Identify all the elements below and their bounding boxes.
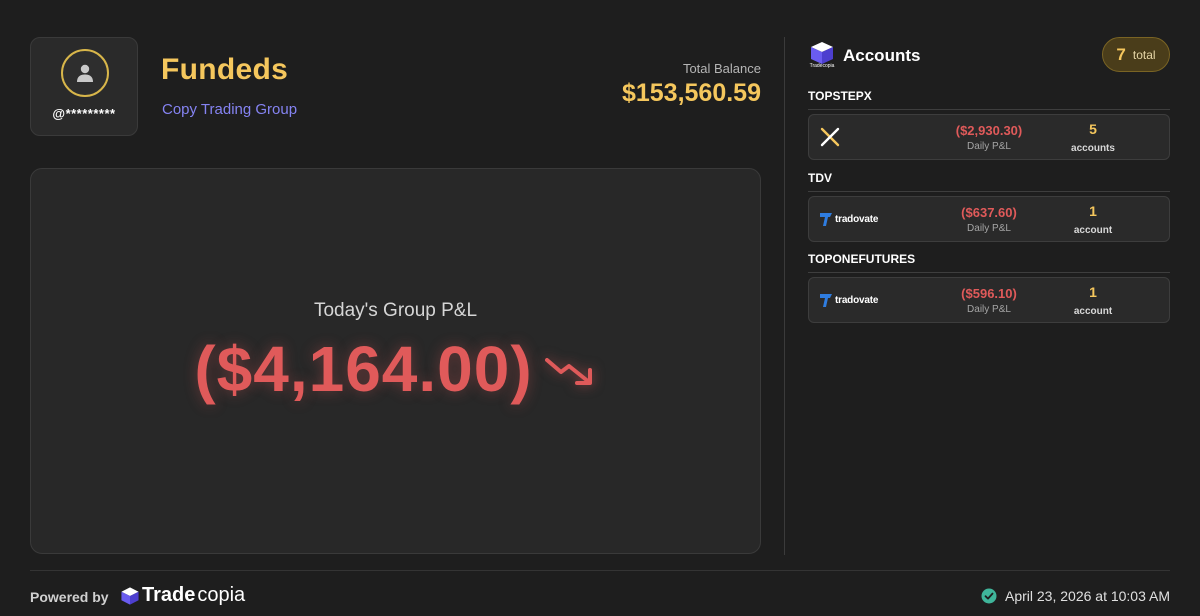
tradovate-icon <box>820 294 832 307</box>
footer-brand-logo[interactable]: Trade copia <box>120 584 245 607</box>
group-pnl-value: ($4,164.00) <box>194 333 533 405</box>
firm-account-count: 1 <box>1089 284 1097 300</box>
topstepx-logo <box>819 126 841 148</box>
total-balance-value: $153,560.59 <box>621 79 761 107</box>
brand-wordmark-bold: Trade <box>142 584 196 606</box>
accounts-title: Accounts <box>843 46 921 65</box>
firm-daily-pnl: ($596.10) <box>961 286 1017 301</box>
firm-account-count: 1 <box>1089 203 1097 219</box>
tradecopia-logo-label: Tradecopia <box>809 63 835 69</box>
firm-row-topstepx[interactable]: ($2,930.30) Daily P&L 5 accounts <box>808 114 1170 160</box>
tradovate-wordmark: tradovate <box>835 294 879 306</box>
group-pnl-card: Today's Group P&L ($4,164.00) <box>30 168 761 554</box>
user-silhouette-icon <box>77 64 93 82</box>
total-accounts-badge: 7 total <box>1102 37 1170 72</box>
cube-icon <box>121 586 139 605</box>
tradecopia-logo: Tradecopia <box>808 41 836 71</box>
topstepx-icon <box>820 127 840 147</box>
firm-daily-pnl-label: Daily P&L <box>967 304 1011 315</box>
group-pnl-row: ($4,164.00) <box>31 332 760 406</box>
firm-header-tdv: TDV <box>808 171 1170 192</box>
group-pnl-label: Today's Group P&L <box>313 300 478 321</box>
firm-daily-pnl-label: Daily P&L <box>967 141 1011 152</box>
trend-down-icon <box>544 358 592 385</box>
tradovate-logo: tradovate <box>819 208 878 230</box>
cube-icon <box>811 42 833 64</box>
profile-card: @********* <box>30 37 138 136</box>
group-name: Fundeds <box>161 53 289 86</box>
firm-row-toponefutures[interactable]: tradovate ($596.10) Daily P&L 1 account <box>808 277 1170 323</box>
timestamp-block: April 23, 2026 at 10:03 AM <box>981 588 1170 604</box>
user-handle: @********* <box>52 106 116 121</box>
firm-header-toponefutures: TOPONEFUTURES <box>808 252 1170 273</box>
firm-account-count-label: account <box>1073 225 1113 236</box>
powered-by-label: Powered by <box>30 589 109 605</box>
total-accounts-count: 7 <box>1116 44 1126 64</box>
tradovate-wordmark: tradovate <box>835 213 879 225</box>
column-divider <box>784 37 785 555</box>
firm-row-tdv[interactable]: tradovate ($637.60) Daily P&L 1 account <box>808 196 1170 242</box>
firm-daily-pnl: ($2,930.30) <box>955 123 1023 138</box>
timestamp: April 23, 2026 at 10:03 AM <box>1005 588 1170 604</box>
brand-wordmark-light: copia <box>197 584 246 606</box>
total-balance-label: Total Balance <box>682 61 761 76</box>
footer-divider <box>30 570 1170 571</box>
total-accounts-label: total <box>1132 47 1156 62</box>
avatar <box>61 49 109 97</box>
firm-account-count-label: accounts <box>1071 143 1115 154</box>
tradovate-icon <box>820 213 832 226</box>
firm-header-topstepx: TOPSTEPX <box>808 89 1170 110</box>
firm-daily-pnl-label: Daily P&L <box>967 223 1011 234</box>
firm-account-count: 5 <box>1089 121 1097 137</box>
group-subtitle: Copy Trading Group <box>162 101 298 118</box>
firm-daily-pnl: ($637.60) <box>961 205 1017 220</box>
firm-account-count-label: account <box>1073 306 1113 317</box>
check-circle-icon <box>981 588 997 604</box>
tradovate-logo: tradovate <box>819 289 878 311</box>
